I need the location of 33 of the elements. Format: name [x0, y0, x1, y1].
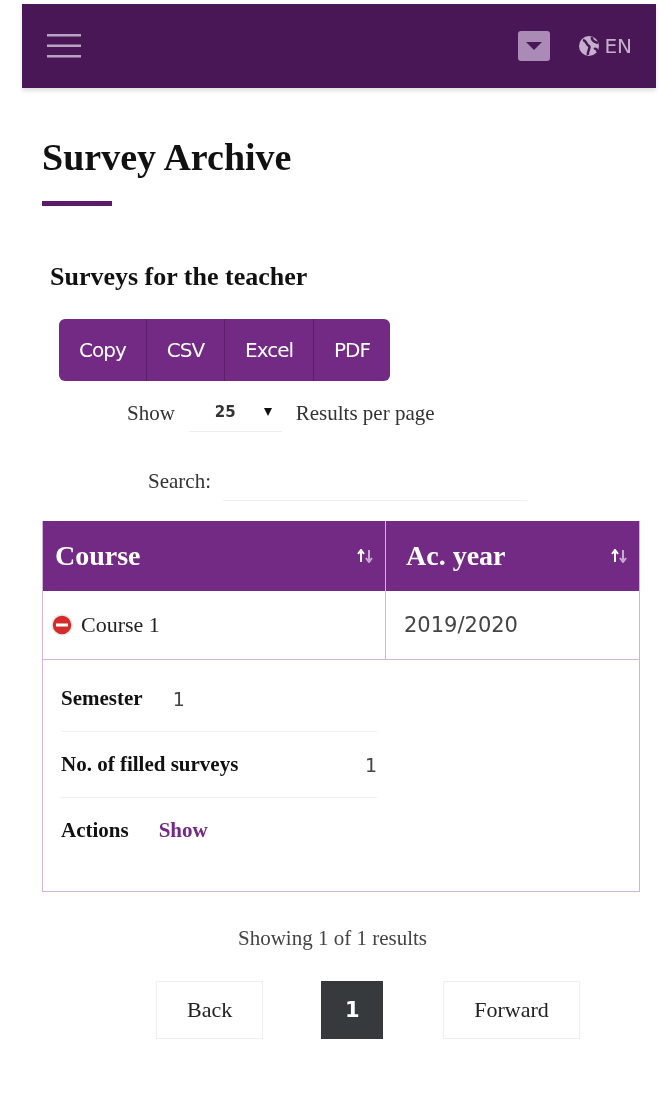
detail-value: 1 — [172, 687, 185, 710]
dropdown-icon[interactable] — [518, 31, 551, 61]
column-header[interactable]: Course — [43, 521, 386, 591]
sort-icon — [611, 549, 627, 563]
results-info: Showing 1 of 1 results — [238, 926, 428, 951]
collapse-icon[interactable] — [51, 614, 73, 636]
page-title: Survey Archive — [42, 138, 293, 176]
show-link[interactable]: Show — [158, 818, 208, 843]
export-button[interactable]: CSV — [145, 319, 225, 381]
column-header[interactable]: Ac. year — [386, 521, 639, 591]
section-title: Surveys for the teacher — [50, 264, 309, 290]
search-label: Search: — [148, 469, 211, 494]
export-button[interactable]: Copy — [59, 319, 146, 381]
course-name: Course 1 — [81, 612, 160, 638]
language-label: EN — [604, 34, 632, 58]
detail-label: Semester — [61, 686, 143, 711]
export-button[interactable]: Excel — [224, 319, 314, 381]
menu-icon[interactable] — [47, 33, 81, 59]
title-underline — [42, 201, 112, 206]
forward-button[interactable]: Forward — [443, 981, 580, 1039]
export-button[interactable]: PDF — [313, 319, 391, 381]
page-button[interactable]: 1 — [321, 981, 384, 1039]
table-cell-text: 2019/2020 — [403, 612, 519, 639]
detail-label: Actions — [61, 818, 129, 843]
back-button[interactable]: Back — [156, 981, 264, 1039]
show-label: Show — [127, 401, 175, 426]
page-size-select[interactable]: 25 — [188, 395, 282, 432]
detail-label: No. of filled surveys — [61, 752, 239, 777]
globe-icon — [578, 35, 601, 57]
sort-icon — [357, 549, 373, 563]
results-per-page-label: Results per page — [295, 401, 435, 426]
detail-value: 1 — [364, 753, 377, 776]
language-selector[interactable]: EN — [578, 34, 632, 58]
